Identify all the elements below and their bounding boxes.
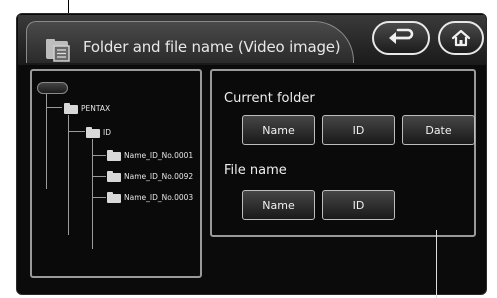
current-folder-date-button[interactable]: Date	[402, 115, 475, 145]
tree-item-pentax[interactable]: PENTAX	[64, 102, 144, 115]
folder-icon	[107, 171, 121, 182]
tree-item-label: Name_ID_No.0003	[124, 193, 194, 202]
home-button[interactable]	[438, 21, 484, 55]
tree-line	[68, 115, 69, 235]
folder-document-icon	[46, 39, 70, 62]
callout-line-options	[436, 230, 437, 298]
callout-line-tree	[68, 0, 69, 14]
current-folder-heading: Current folder	[224, 91, 315, 106]
tree-item-id[interactable]: ID	[86, 126, 126, 139]
tree-item-label: Name_ID_No.0092	[124, 172, 194, 181]
tree-line	[46, 107, 62, 108]
folder-icon	[64, 103, 78, 114]
back-arrow-icon	[389, 28, 414, 44]
home-icon	[451, 29, 471, 47]
file-name-heading: File name	[224, 163, 287, 178]
tree-line	[92, 176, 106, 177]
current-folder-id-button[interactable]: ID	[322, 115, 395, 145]
title-tab: Folder and file name (Video image)	[26, 21, 354, 63]
page-title: Folder and file name (Video image)	[83, 38, 341, 56]
tree-item-label: ID	[103, 128, 111, 137]
tree-root-node[interactable]	[37, 82, 68, 94]
tree-item-label: PENTAX	[81, 104, 111, 113]
tree-item-file-0001[interactable]: Name_ID_No.0001	[107, 149, 202, 162]
folder-icon	[107, 150, 121, 161]
file-name-id-button[interactable]: ID	[322, 190, 395, 220]
tree-line	[92, 155, 106, 156]
back-button[interactable]	[372, 21, 430, 55]
tree-item-label: Name_ID_No.0001	[124, 151, 194, 160]
title-bar: Folder and file name (Video image)	[18, 15, 486, 65]
folder-icon	[86, 127, 100, 138]
current-folder-name-button[interactable]: Name	[242, 115, 315, 145]
folder-tree-panel: PENTAX ID Name_ID_No.0001 Name_ID_No.009…	[30, 69, 202, 278]
tree-line	[92, 197, 106, 198]
folder-icon	[107, 192, 121, 203]
tree-item-file-0092[interactable]: Name_ID_No.0092	[107, 170, 202, 183]
device-screen: Folder and file name (Video image) PENTA…	[16, 13, 487, 295]
name-options-panel: Current folder Name ID Date File name Na…	[210, 69, 476, 237]
tree-item-file-0003[interactable]: Name_ID_No.0003	[107, 191, 202, 204]
tree-line	[46, 94, 47, 189]
tree-line	[68, 131, 85, 132]
file-name-name-button[interactable]: Name	[242, 190, 315, 220]
